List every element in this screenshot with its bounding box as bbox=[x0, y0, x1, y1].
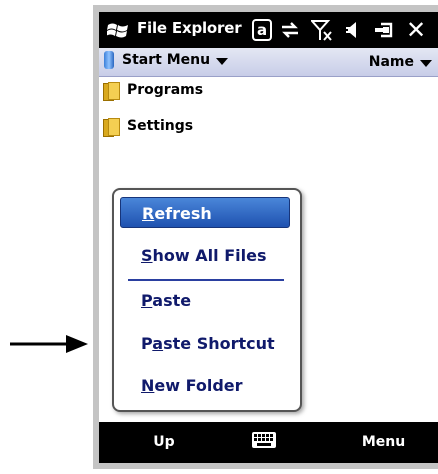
mnemonic: N bbox=[141, 376, 155, 395]
status-icons: a ✕ bbox=[252, 16, 426, 44]
device-frame: File Explorer a ✕ Start Menu Name Progra… bbox=[93, 5, 438, 469]
current-folder: Start Menu bbox=[122, 52, 211, 68]
chevron-down-icon bbox=[216, 58, 229, 65]
menu-item-show-all-files[interactable]: Show All Files bbox=[120, 240, 290, 271]
menu-label: ste Shortcut bbox=[163, 334, 275, 353]
list-item-settings[interactable]: Settings bbox=[103, 115, 193, 137]
battery-icon[interactable] bbox=[373, 21, 395, 39]
mnemonic: a bbox=[152, 334, 164, 353]
keyboard-icon[interactable] bbox=[251, 431, 277, 449]
app-title: File Explorer bbox=[137, 19, 242, 37]
list-item-programs[interactable]: Programs bbox=[103, 79, 203, 101]
folder-icon bbox=[103, 81, 121, 101]
menu-label: how All Files bbox=[152, 246, 267, 265]
menu-item-paste[interactable]: Paste bbox=[120, 285, 290, 316]
folder-dropdown[interactable]: Start Menu bbox=[104, 51, 229, 69]
menu-label: aste bbox=[152, 291, 192, 310]
menu-label: ew Folder bbox=[154, 376, 243, 395]
right-arrow-icon bbox=[10, 335, 88, 353]
context-menu: Refresh Show All Files Paste Paste Short… bbox=[112, 188, 302, 412]
mnemonic: S bbox=[141, 246, 153, 265]
softkey-menu[interactable]: Menu bbox=[329, 422, 438, 463]
windows-flag-icon[interactable] bbox=[107, 21, 129, 39]
chevron-down-icon bbox=[420, 60, 432, 67]
device-screen: File Explorer a ✕ Start Menu Name Progra… bbox=[99, 12, 438, 463]
close-icon[interactable]: ✕ bbox=[406, 16, 426, 44]
menu-item-paste-shortcut[interactable]: Paste Shortcut bbox=[120, 328, 290, 359]
storage-icon bbox=[104, 51, 114, 69]
location-bar: Start Menu Name bbox=[99, 48, 438, 77]
signal-off-icon[interactable] bbox=[311, 19, 333, 41]
menu-separator bbox=[128, 279, 284, 281]
at-sign-icon[interactable]: a bbox=[252, 19, 272, 41]
sync-arrows-icon[interactable] bbox=[280, 20, 300, 40]
item-label: Programs bbox=[127, 82, 204, 98]
menu-item-refresh[interactable]: Refresh bbox=[120, 197, 290, 228]
mnemonic: P bbox=[141, 291, 153, 310]
menu-item-new-folder[interactable]: New Folder bbox=[120, 370, 290, 401]
title-bar: File Explorer a ✕ bbox=[99, 12, 438, 48]
menu-label-prefix: P bbox=[141, 334, 153, 353]
sort-dropdown[interactable]: Name bbox=[369, 51, 432, 73]
sort-label: Name bbox=[368, 54, 414, 70]
item-label: Settings bbox=[127, 118, 194, 134]
mnemonic: R bbox=[142, 204, 155, 223]
menu-label: efresh bbox=[154, 204, 212, 223]
folder-icon bbox=[103, 117, 121, 137]
speaker-icon[interactable] bbox=[344, 20, 362, 40]
softkey-bar: Up Menu bbox=[99, 422, 438, 463]
softkey-up[interactable]: Up bbox=[99, 422, 229, 463]
